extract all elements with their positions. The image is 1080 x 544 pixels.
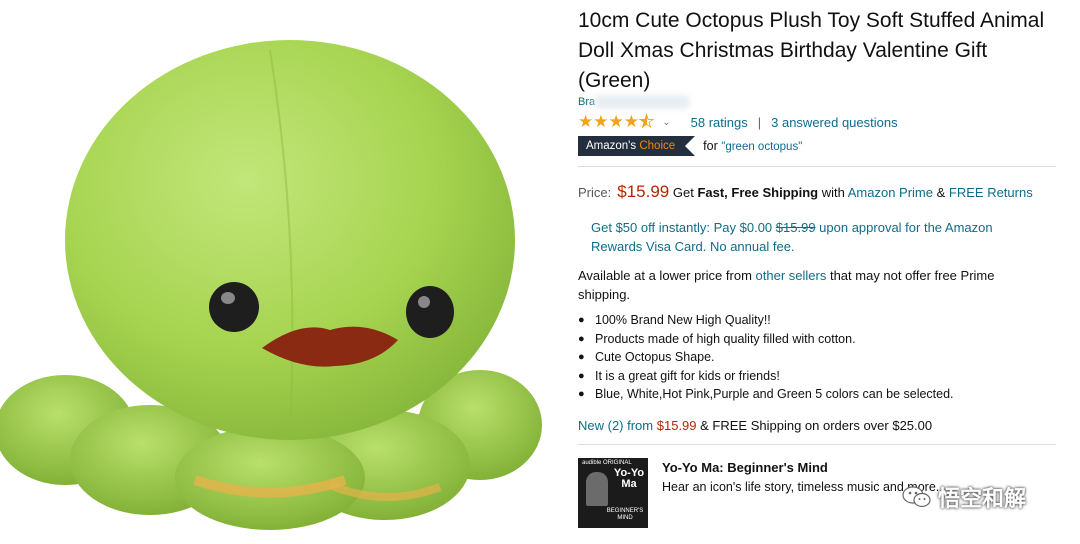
price-row: Price: $15.99 Get Fast, Free Shipping wit… xyxy=(578,182,1033,202)
availability-part1: Available at a lower price from xyxy=(578,268,752,283)
divider xyxy=(578,166,1056,167)
cover-top-text: audible ORIGINAL xyxy=(582,460,632,466)
offer-text-1: Get $50 off instantly: Pay $0.00 xyxy=(591,220,773,235)
bullet-icon: ● xyxy=(578,369,585,382)
choice-query-link[interactable]: "green octopus" xyxy=(721,141,802,153)
price-get: Get xyxy=(672,185,694,200)
brand-redaction xyxy=(594,95,690,109)
list-item: ● 100% Brand New High Quality!! xyxy=(578,311,954,330)
price-label: Price: xyxy=(578,185,612,200)
star-icon: ★ xyxy=(578,112,594,131)
bullet-text: Products made of high quality filled wit… xyxy=(595,331,856,346)
list-item: ● Blue, White,Hot Pink,Purple and Green 5… xyxy=(578,385,954,404)
cover-portrait xyxy=(586,472,608,506)
product-image[interactable] xyxy=(0,0,560,544)
new-offers-row: New (2) from $15.99 & FREE Shipping on o… xyxy=(578,418,932,433)
watermark-text: 悟空和解 xyxy=(938,487,1027,512)
bullet-icon: ● xyxy=(578,388,585,400)
list-item: ● Products made of high quality filled wi… xyxy=(578,330,954,349)
wechat-icon xyxy=(902,486,931,508)
half-star-icon: ★ xyxy=(639,112,655,131)
audible-title[interactable]: Yo-Yo Ma: Beginner's Mind xyxy=(662,460,828,475)
watermark: 悟空和解 xyxy=(902,481,1026,513)
star-rating[interactable]: ★ ★ ★ ★ ★ xyxy=(578,112,655,131)
bullet-text: Blue, White,Hot Pink,Purple and Green 5 … xyxy=(595,387,954,401)
feature-bullets: ● 100% Brand New High Quality!! ● Products… xyxy=(578,311,954,404)
star-icon: ★ xyxy=(608,112,624,131)
list-item: ● Cute Octopus Shape. xyxy=(578,348,954,367)
price-value: $15.99 xyxy=(617,182,670,201)
ratings-link[interactable]: 58 ratings xyxy=(691,115,748,130)
cover-bottom-text: BEGINNER'S MIND xyxy=(606,508,644,521)
star-icon: ★ xyxy=(593,112,609,131)
star-icon: ★ xyxy=(623,112,639,131)
badge-choice: Choice xyxy=(639,140,676,152)
choice-for-label: for "green octopus" xyxy=(703,139,802,153)
bullet-icon: ● xyxy=(578,332,585,345)
price-with: with xyxy=(821,185,845,200)
fast-shipping: Fast, Free Shipping xyxy=(697,185,819,200)
new-offers-price: $15.99 xyxy=(656,418,697,433)
other-sellers-link[interactable]: other sellers xyxy=(756,268,827,283)
choice-for-text: for xyxy=(703,139,718,153)
price-amp: & xyxy=(936,185,946,200)
audible-cover-image[interactable]: audible ORIGINAL Yo-Yo Ma BEGINNER'S MIN… xyxy=(578,458,648,528)
chevron-down-icon[interactable]: ⌄ xyxy=(662,117,670,128)
brand-link[interactable]: Bra xyxy=(578,96,595,108)
divider xyxy=(578,444,1056,445)
badge-prefix: Amazon's xyxy=(586,140,637,152)
list-item: ● It is a great gift for kids or friends! xyxy=(578,367,954,386)
bullet-text: Cute Octopus Shape. xyxy=(595,350,715,364)
availability-text: Available at a lower price from other se… xyxy=(578,266,1038,304)
cover-name: Yo-Yo Ma xyxy=(613,467,645,490)
free-returns-link[interactable]: FREE Returns xyxy=(949,185,1033,200)
bullet-text: It is a great gift for kids or friends! xyxy=(595,368,780,383)
product-title: 10cm Cute Octopus Plush Toy Soft Stuffed… xyxy=(578,9,1045,92)
prime-link[interactable]: Amazon Prime xyxy=(848,185,933,200)
amazons-choice-row: Amazon's Choice for "green octopus" xyxy=(578,136,802,156)
bullet-text: 100% Brand New High Quality!! xyxy=(595,313,771,327)
rewards-card-offer[interactable]: Get $50 off instantly: Pay $0.00 $15.99 … xyxy=(591,219,1031,256)
audible-subtitle: Hear an icon's life story, timeless musi… xyxy=(662,480,940,494)
questions-link[interactable]: 3 answered questions xyxy=(771,115,897,130)
separator: | xyxy=(757,114,762,130)
new-offers-link[interactable]: New (2) from xyxy=(578,418,653,433)
bullet-icon: ● xyxy=(578,314,585,326)
bullet-icon: ● xyxy=(578,351,585,363)
rating-row: ★ ★ ★ ★ ★ ⌄ 58 ratings | 3 answered ques… xyxy=(578,112,898,132)
offer-strike-price: $15.99 xyxy=(775,220,816,235)
amazons-choice-badge[interactable]: Amazon's Choice xyxy=(578,136,696,156)
new-offers-shipping: & FREE Shipping on orders over $25.00 xyxy=(700,418,933,433)
